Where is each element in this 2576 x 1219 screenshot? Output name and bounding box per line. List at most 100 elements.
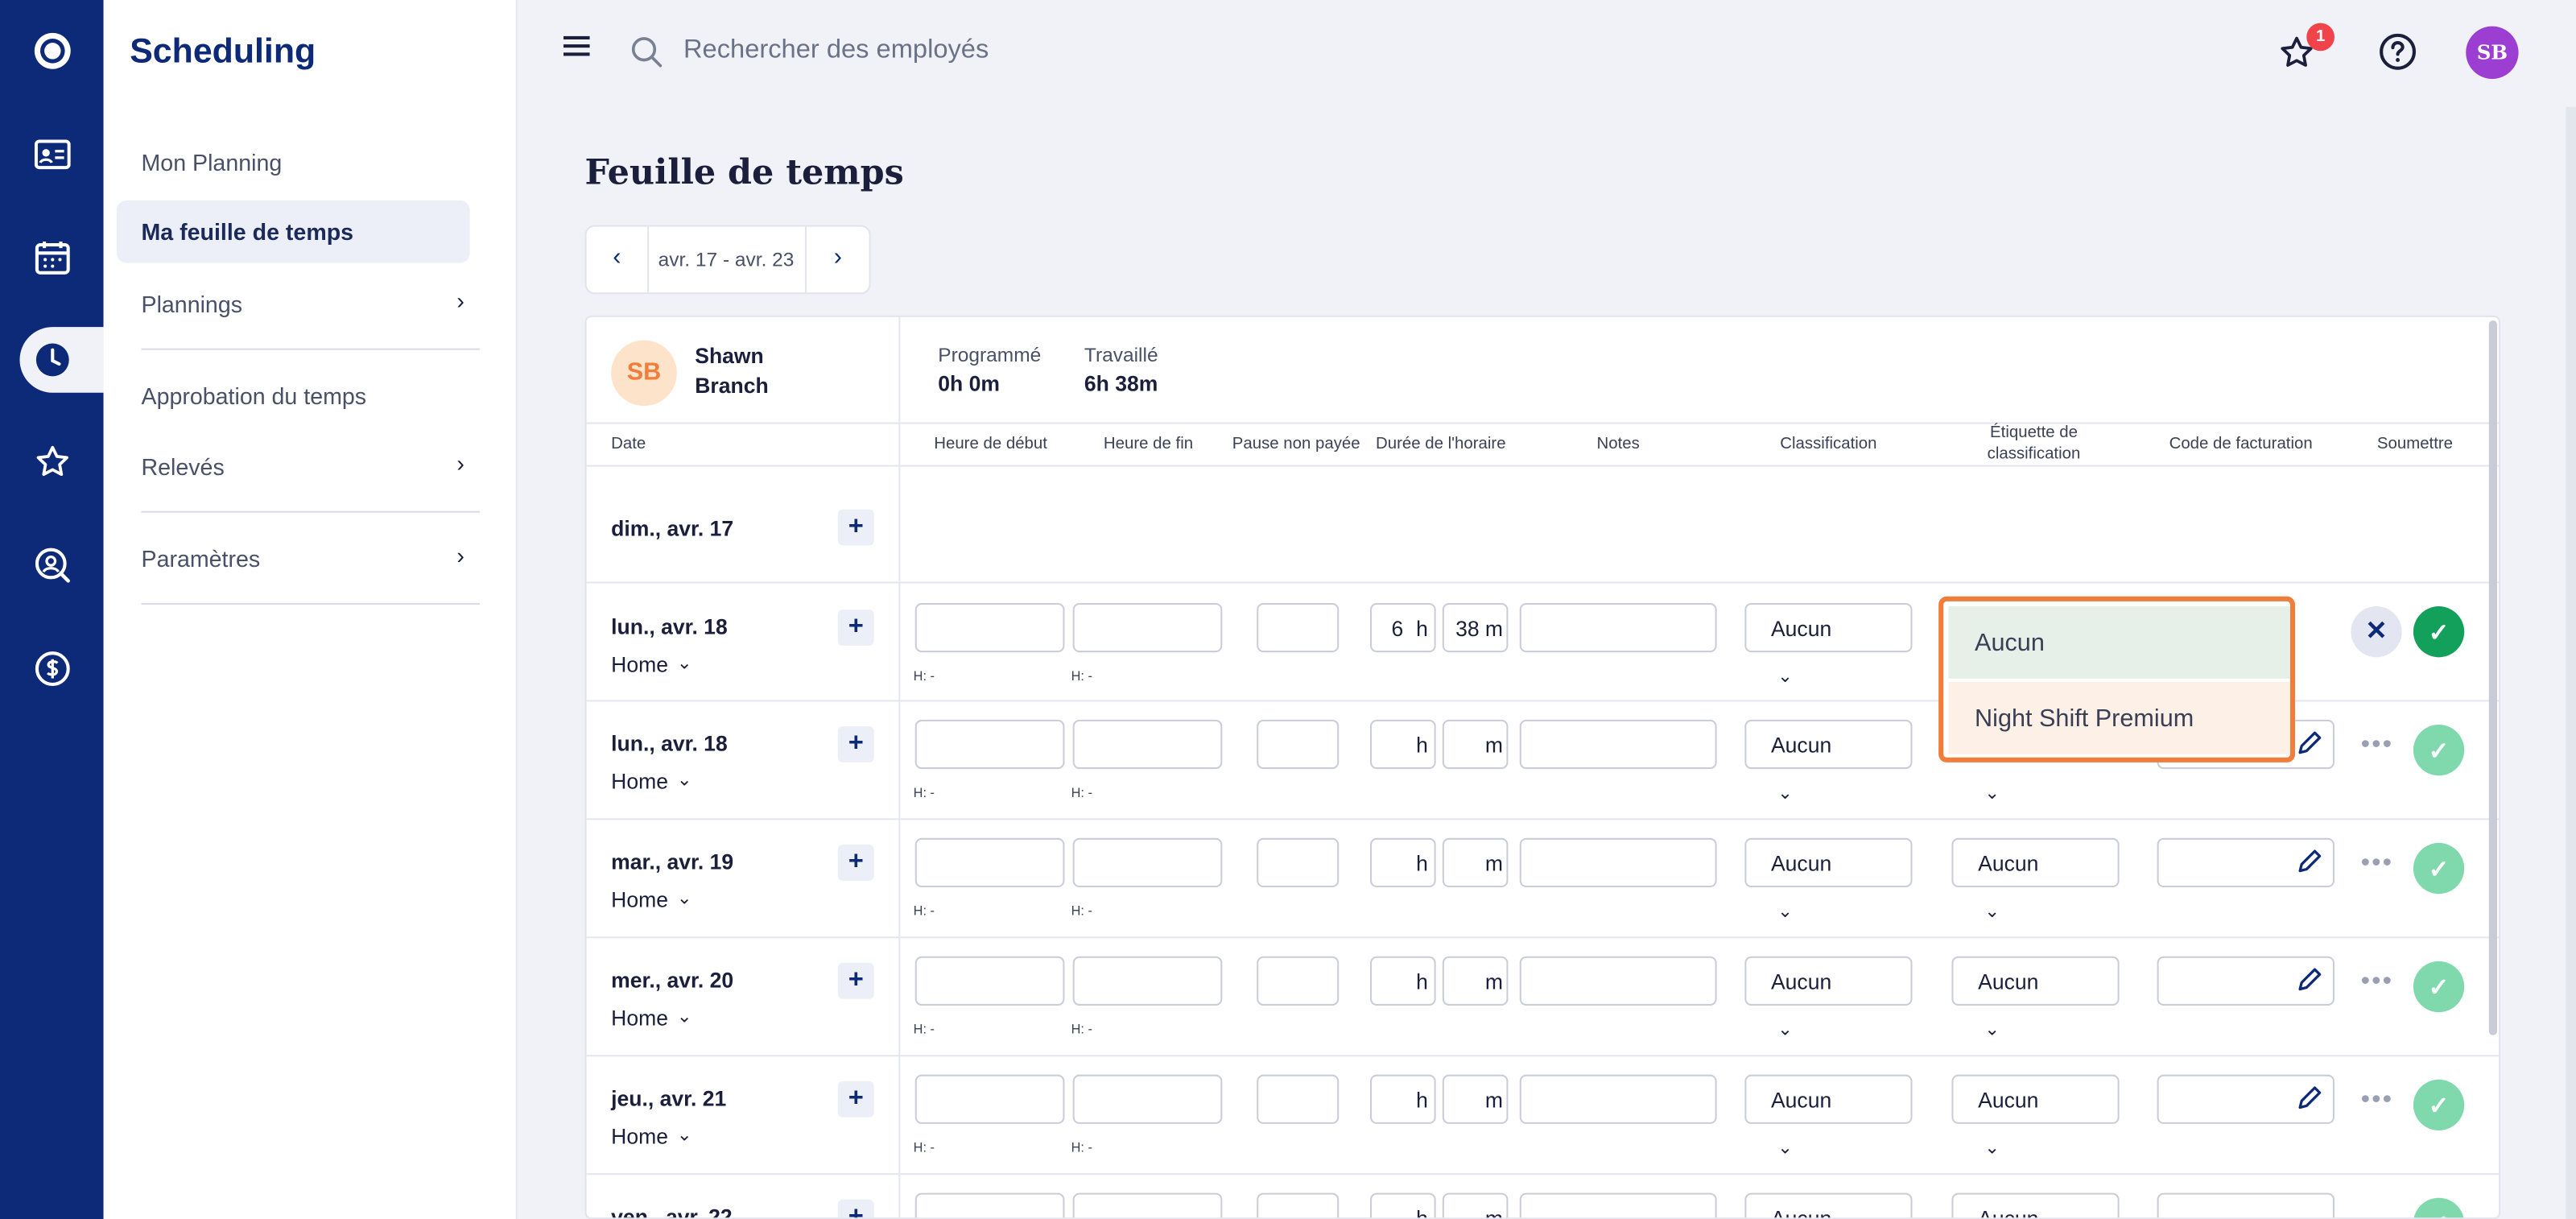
classification-tag-select[interactable]: Aucun xyxy=(1951,1074,2120,1124)
row-date: mer., avr. 20 xyxy=(611,968,734,993)
notes-input[interactable] xyxy=(1519,1074,1717,1124)
close-icon[interactable]: ✕ xyxy=(2351,606,2402,658)
scrollbar-thumb[interactable] xyxy=(2488,320,2498,1035)
more-options-icon[interactable]: ••• xyxy=(2361,968,2393,998)
duration-minutes-input[interactable]: m xyxy=(1442,956,1509,1006)
duration-hours-input[interactable]: 6h xyxy=(1370,602,1436,653)
dropdown-option-night-shift-premium[interactable]: Night Shift Premium xyxy=(1948,681,2290,754)
pencil-icon[interactable] xyxy=(2295,846,2325,884)
prev-week-button[interactable]: ‹ xyxy=(587,226,650,293)
nav-item-mon-planning[interactable]: Mon Planning xyxy=(142,150,283,176)
calendar-icon[interactable] xyxy=(31,237,74,279)
end-time-input[interactable] xyxy=(1072,602,1223,653)
classification-select[interactable]: Aucun xyxy=(1744,719,1913,770)
clock-icon[interactable] xyxy=(31,338,74,381)
add-entry-button[interactable]: + xyxy=(837,962,874,999)
person-search-icon[interactable] xyxy=(31,544,74,587)
end-time-input[interactable] xyxy=(1072,956,1223,1006)
submit-check-button[interactable]: ✓ xyxy=(2413,842,2465,895)
end-time-input[interactable] xyxy=(1072,837,1223,888)
notes-input[interactable] xyxy=(1519,1192,1717,1218)
submit-check-button[interactable]: ✓ xyxy=(2413,606,2465,658)
end-time-input[interactable] xyxy=(1072,719,1223,770)
location-select[interactable]: Home xyxy=(611,1124,668,1149)
add-entry-button[interactable]: + xyxy=(837,844,874,881)
start-time-input[interactable] xyxy=(914,837,1065,888)
start-time-input[interactable] xyxy=(914,719,1065,770)
classification-select[interactable]: Aucun xyxy=(1744,956,1913,1006)
page-scrollbar[interactable] xyxy=(2566,106,2576,1219)
location-select[interactable]: Home xyxy=(611,769,668,794)
more-options-icon[interactable]: ••• xyxy=(2361,1086,2393,1116)
avatar[interactable]: SB xyxy=(2466,26,2519,79)
break-input[interactable] xyxy=(1257,1192,1340,1218)
duration-hours-input[interactable]: h xyxy=(1370,956,1436,1006)
minutes-value: 38 xyxy=(1455,616,1480,641)
classification-select[interactable]: Aucun xyxy=(1744,837,1913,888)
search-input[interactable]: Rechercher des employés xyxy=(683,36,989,66)
classification-tag-select[interactable]: Aucun xyxy=(1951,837,2120,888)
location-select[interactable]: Home xyxy=(611,652,668,677)
start-time-input[interactable] xyxy=(914,1074,1065,1124)
duration-hours-input[interactable]: h xyxy=(1370,719,1436,770)
add-entry-button[interactable]: + xyxy=(837,610,874,647)
notes-input[interactable] xyxy=(1519,956,1717,1006)
dropdown-option-aucun[interactable]: Aucun xyxy=(1948,606,2290,679)
logo-icon[interactable] xyxy=(31,30,74,72)
nav-item-parametres[interactable]: Paramètres xyxy=(142,546,261,572)
duration-hours-input[interactable]: h xyxy=(1370,1192,1436,1218)
next-week-button[interactable]: › xyxy=(804,226,869,293)
end-time-input[interactable] xyxy=(1072,1074,1223,1124)
nav-item-plannings[interactable]: Plannings xyxy=(142,291,243,317)
submit-check-button[interactable]: ✓ xyxy=(2413,1079,2465,1131)
break-input[interactable] xyxy=(1257,837,1340,888)
add-entry-button[interactable]: + xyxy=(837,1199,874,1218)
classification-select[interactable]: Aucun xyxy=(1744,1192,1913,1218)
break-input[interactable] xyxy=(1257,602,1340,653)
duration-minutes-input[interactable]: 38 m xyxy=(1442,602,1509,653)
start-time-input[interactable] xyxy=(914,602,1065,653)
notes-input[interactable] xyxy=(1519,837,1717,888)
star-icon[interactable] xyxy=(31,440,74,483)
classification-select[interactable]: Aucun xyxy=(1744,1074,1913,1124)
duration-hours-input[interactable]: h xyxy=(1370,1074,1436,1124)
start-time-input[interactable] xyxy=(914,1192,1065,1218)
notes-input[interactable] xyxy=(1519,719,1717,770)
help-icon[interactable] xyxy=(2379,33,2417,79)
classification-tag-select[interactable]: Aucun xyxy=(1951,1192,2120,1218)
classification-tag-select[interactable]: Aucun xyxy=(1951,956,2120,1006)
add-entry-button[interactable]: + xyxy=(837,726,874,762)
submit-check-button[interactable]: ✓ xyxy=(2413,1197,2465,1218)
pencil-icon[interactable] xyxy=(2295,728,2325,766)
break-input[interactable] xyxy=(1257,1074,1340,1124)
nav-item-ma-feuille-de-temps[interactable]: Ma feuille de temps xyxy=(116,200,470,263)
id-card-icon[interactable] xyxy=(31,133,74,176)
more-options-icon[interactable]: ••• xyxy=(2361,731,2393,761)
start-time-input[interactable] xyxy=(914,956,1065,1006)
break-input[interactable] xyxy=(1257,719,1340,770)
pencil-icon[interactable] xyxy=(2295,965,2325,1002)
nav-item-approbation[interactable]: Approbation du temps xyxy=(142,383,367,410)
menu-icon[interactable] xyxy=(563,35,590,66)
duration-minutes-input[interactable]: m xyxy=(1442,1192,1509,1218)
pencil-icon[interactable] xyxy=(2295,1083,2325,1121)
classification-value: Aucun xyxy=(1770,616,1832,641)
nav-item-releves[interactable]: Relevés xyxy=(142,453,225,480)
submit-check-button[interactable]: ✓ xyxy=(2413,724,2465,776)
add-entry-button[interactable]: + xyxy=(837,509,874,546)
dollar-icon[interactable] xyxy=(31,647,74,690)
location-select[interactable]: Home xyxy=(611,887,668,912)
billing-code-input[interactable] xyxy=(2157,1192,2334,1218)
duration-minutes-input[interactable]: m xyxy=(1442,1074,1509,1124)
duration-hours-input[interactable]: h xyxy=(1370,837,1436,888)
notes-input[interactable] xyxy=(1519,602,1717,653)
add-entry-button[interactable]: + xyxy=(837,1081,874,1118)
location-select[interactable]: Home xyxy=(611,1006,668,1031)
duration-minutes-input[interactable]: m xyxy=(1442,719,1509,770)
more-options-icon[interactable]: ••• xyxy=(2361,849,2393,879)
break-input[interactable] xyxy=(1257,956,1340,1006)
duration-minutes-input[interactable]: m xyxy=(1442,837,1509,888)
classification-select[interactable]: Aucun xyxy=(1744,602,1913,653)
end-time-input[interactable] xyxy=(1072,1192,1223,1218)
submit-check-button[interactable]: ✓ xyxy=(2413,961,2465,1013)
